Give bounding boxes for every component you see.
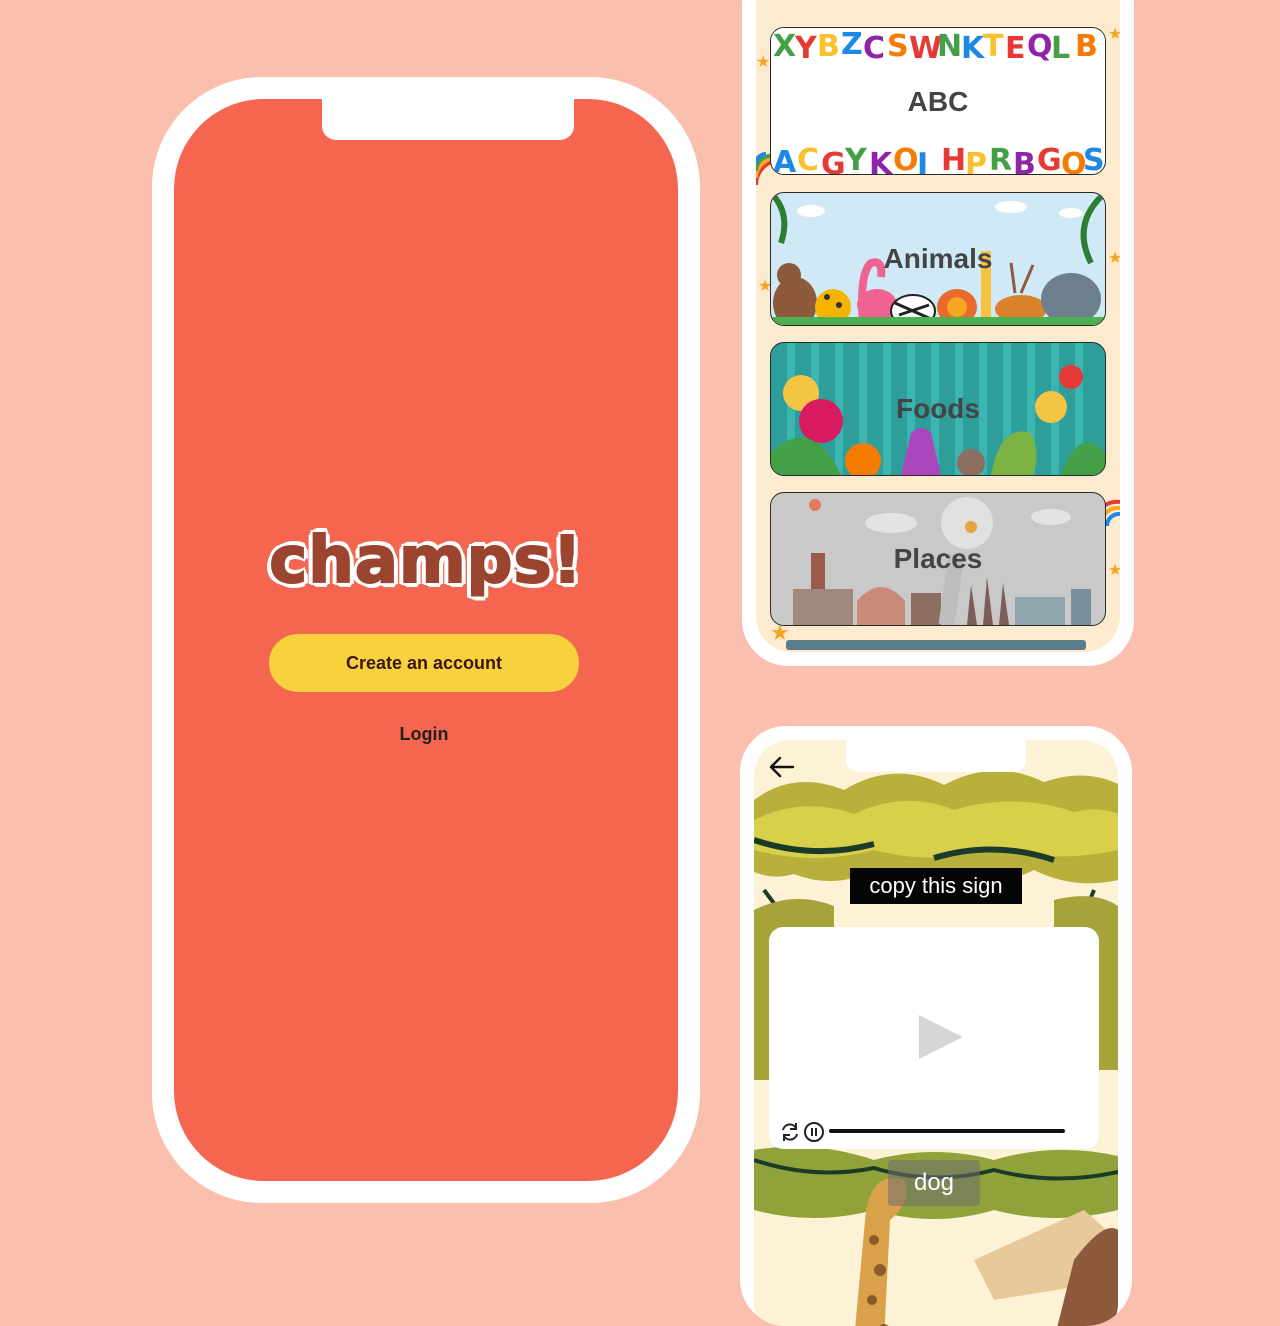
svg-text:B: B — [1075, 29, 1098, 64]
instruction-label: copy this sign — [850, 868, 1022, 904]
progress-bar[interactable] — [829, 1129, 1065, 1133]
login-button[interactable]: Login — [349, 719, 499, 749]
phone-categories-screen: ★ ★ ★ ★ ★ ★ XY BZ CS WN K T E Q L B A C … — [742, 0, 1134, 666]
app-logo: champs! — [268, 523, 583, 599]
sign-player-screen: copy this sign dog — [754, 740, 1118, 1326]
pause-icon[interactable] — [803, 1121, 825, 1143]
star-icon: ★ — [1108, 26, 1120, 43]
arrow-left-icon — [769, 756, 795, 777]
svg-text:A: A — [773, 145, 797, 174]
replay-icon[interactable] — [779, 1121, 801, 1143]
svg-text:X: X — [773, 29, 796, 64]
svg-text:P: P — [965, 147, 987, 174]
phone-splash-screen: champs! Create an account Login — [152, 77, 700, 1203]
phone-notch — [846, 740, 1026, 772]
svg-text:Y: Y — [794, 31, 818, 66]
svg-text:K: K — [869, 147, 894, 174]
category-label: Animals — [883, 243, 993, 274]
svg-text:L: L — [1051, 31, 1070, 66]
svg-text:B: B — [1013, 147, 1036, 174]
category-card-abc[interactable]: XY BZ CS WN KT EQ LB AC GY KO JH PR BG O… — [770, 27, 1106, 175]
svg-text:N: N — [937, 29, 962, 64]
category-card-animals[interactable]: Animals — [770, 192, 1106, 326]
splash-screen: champs! Create an account Login — [174, 99, 678, 1181]
phone-sign-player-screen: copy this sign dog — [740, 726, 1132, 1326]
svg-text:E: E — [1005, 31, 1026, 66]
svg-text:B: B — [817, 29, 840, 64]
svg-text:R: R — [989, 143, 1012, 174]
svg-text:S: S — [1083, 143, 1105, 174]
star-icon: ★ — [1108, 562, 1120, 579]
svg-text:S: S — [887, 29, 909, 64]
svg-text:Y: Y — [844, 143, 868, 174]
svg-text:T: T — [983, 29, 1004, 64]
svg-text:J: J — [915, 147, 928, 174]
category-label: ABC — [907, 86, 969, 117]
phone-notch — [322, 99, 574, 140]
category-label: Foods — [896, 393, 980, 424]
star-icon: ★ — [756, 54, 771, 71]
play-icon[interactable] — [915, 1011, 967, 1063]
category-card-places[interactable]: Places — [770, 492, 1106, 626]
svg-text:G: G — [1037, 143, 1062, 174]
svg-text:H: H — [941, 143, 966, 174]
sign-word-label: dog — [888, 1160, 980, 1206]
svg-text:C: C — [863, 31, 885, 66]
star-icon: ★ — [1108, 250, 1120, 267]
svg-text:O: O — [893, 143, 919, 174]
category-card-foods[interactable]: Foods — [770, 342, 1106, 476]
category-label: Places — [893, 543, 983, 574]
back-button[interactable] — [762, 748, 802, 788]
sign-video-player[interactable] — [769, 927, 1099, 1149]
next-card-peek — [786, 640, 1086, 650]
svg-text:C: C — [797, 143, 819, 174]
categories-screen: ★ ★ ★ ★ ★ ★ XY BZ CS WN K T E Q L B A C … — [756, 0, 1120, 652]
svg-text:Q: Q — [1027, 29, 1053, 64]
svg-text:Z: Z — [841, 28, 863, 62]
create-account-button[interactable]: Create an account — [269, 634, 579, 692]
svg-text:G: G — [821, 147, 846, 174]
